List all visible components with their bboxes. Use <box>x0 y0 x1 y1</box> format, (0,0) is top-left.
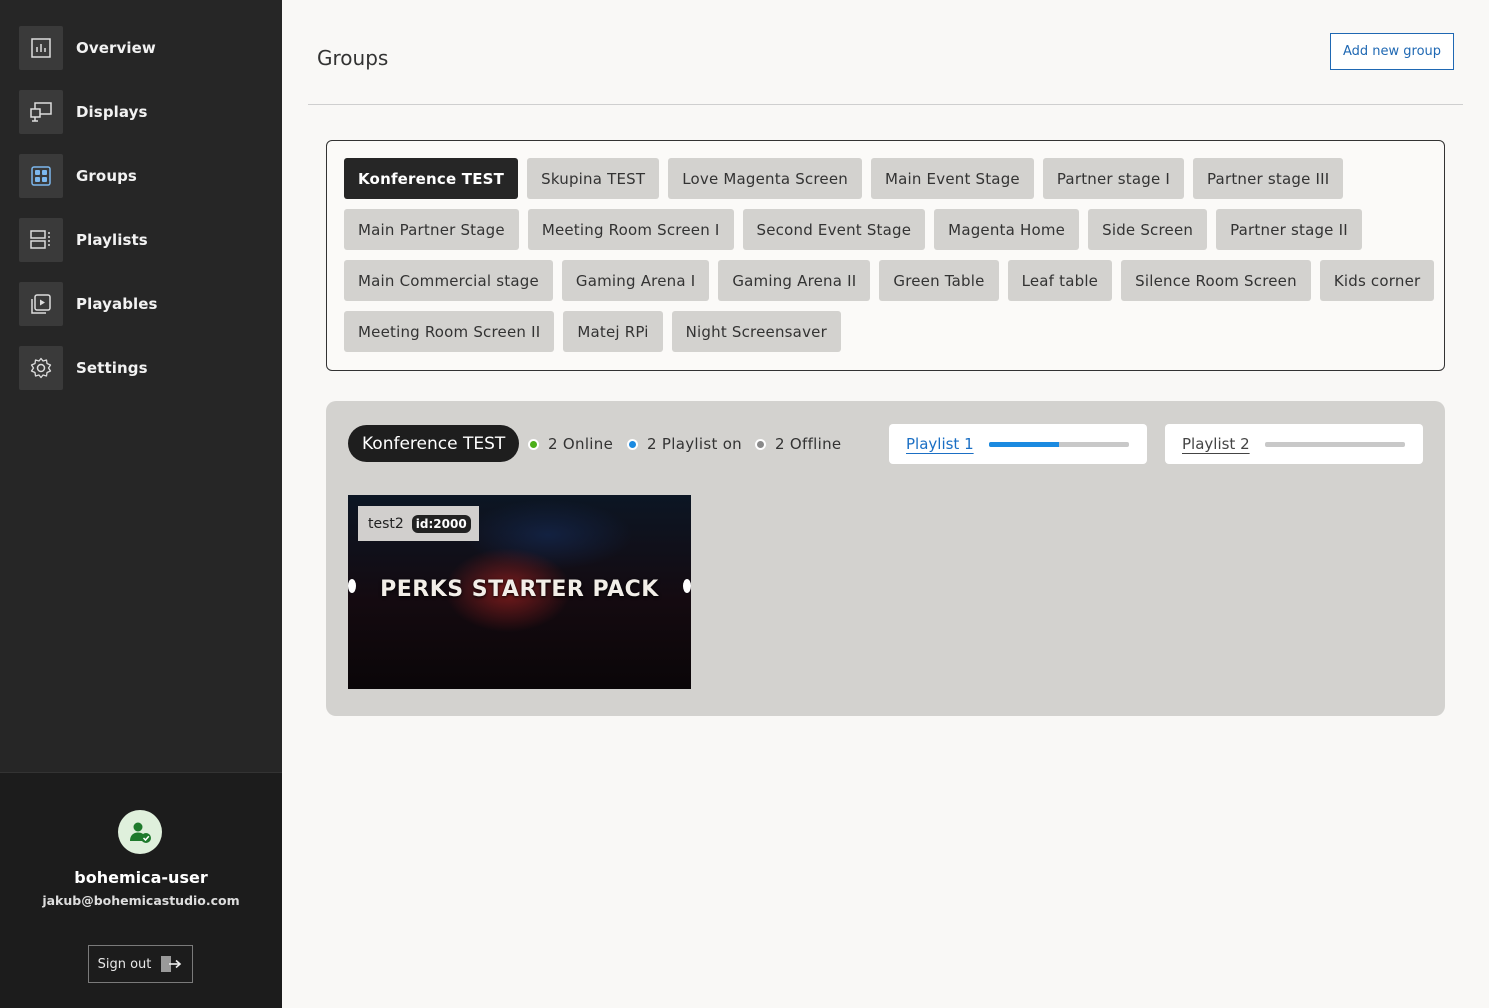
sidebar-item-label: Settings <box>76 359 148 377</box>
group-chip[interactable]: Main Commercial stage <box>344 260 553 301</box>
display-icon <box>19 90 63 134</box>
sidebar-item-groups[interactable]: Groups <box>19 154 158 198</box>
status-offline-label: 2 Offline <box>775 435 842 453</box>
online-dot-icon <box>528 438 539 450</box>
status-online: 2 Online <box>528 435 613 453</box>
thumbnail-caption: PERKS STARTER PACK <box>380 577 659 602</box>
group-chip[interactable]: Gaming Arena II <box>718 260 871 301</box>
sidebar-item-label: Playables <box>76 295 158 313</box>
playlist-progress-fill <box>989 442 1059 447</box>
sidebar-item-label: Displays <box>76 103 148 121</box>
group-row: Main Partner Stage Meeting Room Screen I… <box>344 209 1362 250</box>
sidebar-item-playlists[interactable]: Playlists <box>19 218 158 262</box>
group-chip[interactable]: Partner stage III <box>1192 158 1344 199</box>
group-chip[interactable]: Konference TEST <box>344 158 519 199</box>
group-chip[interactable]: Leaf table <box>1007 260 1113 301</box>
chart-icon <box>19 26 63 70</box>
group-chip[interactable]: Magenta Home <box>934 209 1080 250</box>
sidebar-item-settings[interactable]: Settings <box>19 346 158 390</box>
status-offline: 2 Offline <box>755 435 841 453</box>
display-tag: test2 id:2000 <box>358 506 479 541</box>
group-chip[interactable]: Second Event Stage <box>742 209 926 250</box>
group-chip[interactable]: Green Table <box>879 260 999 301</box>
sidebar-item-playables[interactable]: Playables <box>19 282 158 326</box>
logout-icon <box>161 956 182 972</box>
group-chip[interactable]: Love Magenta Screen <box>668 158 862 199</box>
display-thumbnail[interactable]: PERKS STARTER PACK test2 id:2000 <box>348 495 691 689</box>
group-chip[interactable]: Night Screensaver <box>671 311 841 352</box>
selected-group-name: Konference TEST <box>348 425 520 462</box>
playlist-on-dot-icon <box>627 438 638 450</box>
sidebar-item-displays[interactable]: Displays <box>19 90 158 134</box>
playlist-label[interactable]: Playlist 1 <box>906 435 974 453</box>
status-playlist-on-label: 2 Playlist on <box>647 435 742 453</box>
group-list: Konference TEST Skupina TEST Love Magent… <box>326 140 1445 371</box>
group-chip[interactable]: Main Partner Stage <box>344 209 519 250</box>
playlist-progress-bar <box>989 442 1129 447</box>
group-chip[interactable]: Meeting Room Screen I <box>527 209 734 250</box>
group-chip[interactable]: Meeting Room Screen II <box>344 311 555 352</box>
user-email: jakub@bohemicastudio.com <box>42 893 240 908</box>
group-chip[interactable]: Partner stage I <box>1042 158 1184 199</box>
sidebar-item-label: Playlists <box>76 231 148 249</box>
playables-icon <box>19 282 63 326</box>
sidebar-item-overview[interactable]: Overview <box>19 26 158 70</box>
group-chip[interactable]: Partner stage II <box>1216 209 1362 250</box>
sign-out-button[interactable]: Sign out <box>88 945 193 983</box>
playlist-progress-bar <box>1265 442 1405 447</box>
avatar <box>118 810 162 854</box>
group-chip[interactable]: Silence Room Screen <box>1121 260 1311 301</box>
page-title: Groups <box>317 46 389 70</box>
group-chip[interactable]: Skupina TEST <box>527 158 660 199</box>
sidebar: Overview Displays Groups Playlists Playa… <box>0 0 282 1008</box>
user-name: bohemica-user <box>74 868 208 887</box>
group-row: Konference TEST Skupina TEST Love Magent… <box>344 158 1344 199</box>
status-playlist-on: 2 Playlist on <box>627 435 742 453</box>
sidebar-item-label: Overview <box>76 39 156 57</box>
sign-out-label: Sign out <box>97 956 152 972</box>
group-row: Main Commercial stage Gaming Arena I Gam… <box>344 260 1435 301</box>
groups-icon <box>19 154 63 198</box>
user-panel: bohemica-user jakub@bohemicastudio.com S… <box>0 772 282 1008</box>
playlists-icon <box>19 218 63 262</box>
group-row: Meeting Room Screen II Matej RPi Night S… <box>344 311 841 352</box>
gear-icon <box>19 346 63 390</box>
group-chip[interactable]: Kids corner <box>1319 260 1435 301</box>
user-check-icon <box>130 822 151 843</box>
sidebar-nav: Overview Displays Groups Playlists Playa… <box>19 26 158 410</box>
playlist-card[interactable]: Playlist 2 <box>1165 424 1423 464</box>
playlist-card[interactable]: Playlist 1 <box>889 424 1147 464</box>
display-id-badge: id:2000 <box>411 514 471 533</box>
group-chip[interactable]: Matej RPi <box>563 311 663 352</box>
add-new-group-button[interactable]: Add new group <box>1330 33 1454 70</box>
status-online-label: 2 Online <box>548 435 614 453</box>
offline-dot-icon <box>755 438 766 450</box>
divider <box>308 104 1463 105</box>
sidebar-item-label: Groups <box>76 167 137 185</box>
group-chip[interactable]: Gaming Arena I <box>561 260 710 301</box>
group-chip[interactable]: Main Event Stage <box>870 158 1034 199</box>
group-chip[interactable]: Side Screen <box>1088 209 1208 250</box>
group-detail-panel: Konference TEST 2 Online 2 Playlist on 2… <box>326 401 1445 716</box>
display-name: test2 <box>368 515 404 532</box>
playlist-label[interactable]: Playlist 2 <box>1182 435 1250 453</box>
